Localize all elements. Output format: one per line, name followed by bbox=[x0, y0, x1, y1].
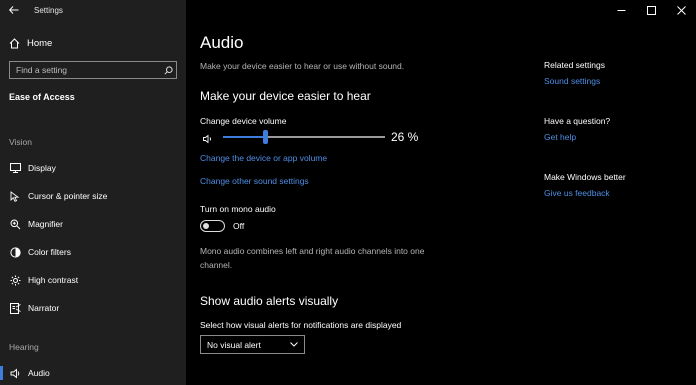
mono-audio-label: Turn on mono audio bbox=[200, 204, 276, 214]
sidebar-item-color-filters[interactable]: Color filters bbox=[0, 243, 186, 261]
app-title: Settings bbox=[34, 5, 63, 15]
magnifier-icon bbox=[9, 218, 21, 230]
sidebar-item-label: Display bbox=[28, 163, 56, 173]
volume-value: 26 % bbox=[391, 130, 419, 144]
color-filter-icon bbox=[9, 246, 21, 258]
chevron-down-icon bbox=[290, 342, 298, 347]
mono-audio-toggle[interactable] bbox=[200, 220, 225, 232]
narrator-icon bbox=[9, 302, 21, 314]
search-box[interactable] bbox=[9, 61, 177, 79]
title-bar: Settings bbox=[0, 0, 186, 20]
section-heading-alerts: Show audio alerts visually bbox=[200, 294, 339, 308]
section-heading-hear: Make your device easier to hear bbox=[200, 89, 371, 103]
visual-alerts-label: Select how visual alerts for notificatio… bbox=[200, 320, 402, 330]
sidebar-item-cursor[interactable]: Cursor & pointer size bbox=[0, 187, 186, 205]
group-label-hearing: Hearing bbox=[9, 342, 39, 352]
window-controls bbox=[606, 0, 696, 20]
sound-settings-link[interactable]: Change other sound settings bbox=[200, 176, 309, 186]
home-label: Home bbox=[27, 37, 53, 49]
visual-alerts-dropdown[interactable]: No visual alert bbox=[200, 335, 305, 354]
cursor-icon bbox=[9, 190, 21, 202]
volume-icon[interactable] bbox=[203, 131, 213, 149]
get-help-link[interactable]: Get help bbox=[544, 132, 576, 142]
back-arrow-icon bbox=[9, 6, 19, 14]
maximize-button[interactable] bbox=[636, 0, 666, 20]
related-settings-heading: Related settings bbox=[544, 60, 605, 70]
home-nav[interactable]: Home bbox=[9, 36, 52, 50]
volume-slider-thumb[interactable] bbox=[262, 130, 268, 144]
volume-slider-fill bbox=[223, 136, 266, 138]
maximize-icon bbox=[646, 5, 656, 15]
sidebar-item-audio[interactable]: Audio bbox=[0, 364, 186, 382]
sidebar-item-magnifier[interactable]: Magnifier bbox=[0, 215, 186, 233]
volume-label: Change device volume bbox=[200, 116, 287, 126]
sound-settings-related-link[interactable]: Sound settings bbox=[544, 76, 600, 86]
group-label-vision: Vision bbox=[9, 137, 32, 147]
sidebar-item-label: Narrator bbox=[28, 303, 60, 313]
sidebar-item-high-contrast[interactable]: High contrast bbox=[0, 271, 186, 289]
back-button[interactable] bbox=[0, 0, 28, 20]
change-app-volume-link[interactable]: Change the device or app volume bbox=[200, 153, 327, 163]
speaker-icon bbox=[9, 367, 21, 379]
visual-alerts-value: No visual alert bbox=[207, 339, 261, 350]
close-button[interactable] bbox=[666, 0, 696, 20]
toggle-knob bbox=[203, 222, 209, 229]
mono-audio-description: Mono audio combines left and right audio… bbox=[200, 246, 425, 270]
search-input[interactable] bbox=[10, 65, 160, 75]
sidebar-item-display[interactable]: Display bbox=[0, 159, 186, 177]
question-heading: Have a question? bbox=[544, 116, 611, 126]
monitor-icon bbox=[9, 162, 21, 174]
close-icon bbox=[676, 5, 686, 15]
page-title: Audio bbox=[200, 33, 244, 52]
home-icon bbox=[9, 37, 20, 48]
sidebar-item-label: Color filters bbox=[28, 247, 71, 257]
sidebar-item-label: Cursor & pointer size bbox=[28, 191, 108, 201]
minimize-icon bbox=[617, 9, 625, 11]
sidebar: Settings Home Ease of Access Vision Disp… bbox=[0, 0, 186, 385]
page-subtitle: Make your device easier to hear or use w… bbox=[200, 61, 405, 71]
sidebar-item-label: Audio bbox=[28, 368, 50, 378]
feedback-heading: Make Windows better bbox=[544, 172, 626, 182]
section-title: Ease of Access bbox=[9, 92, 75, 102]
give-feedback-link[interactable]: Give us feedback bbox=[544, 188, 610, 198]
search-icon[interactable] bbox=[160, 62, 176, 78]
sidebar-item-narrator[interactable]: Narrator bbox=[0, 299, 186, 317]
minimize-button[interactable] bbox=[606, 0, 636, 20]
volume-slider[interactable] bbox=[223, 130, 385, 144]
mono-audio-state: Off bbox=[233, 221, 245, 231]
sidebar-item-label: Magnifier bbox=[28, 219, 63, 229]
contrast-icon bbox=[9, 274, 21, 286]
volume-row: 26 % bbox=[203, 130, 433, 144]
mono-audio-toggle-row: Off bbox=[200, 219, 244, 233]
sidebar-item-label: High contrast bbox=[28, 275, 79, 285]
